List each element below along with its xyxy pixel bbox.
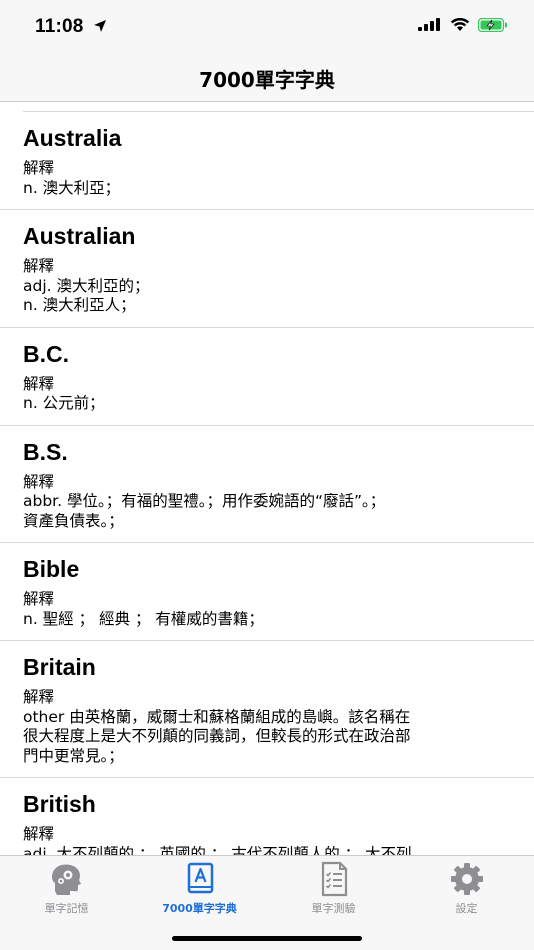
entry-definition-label: 解釋 <box>23 374 55 393</box>
navigation-bar: 7000單字字典 <box>0 56 534 102</box>
entry-definition-label: 解釋 <box>23 688 55 706</box>
battery-charging-icon <box>478 18 507 32</box>
tab-word-quiz[interactable]: 單字測驗 <box>267 861 400 916</box>
entry-word: Australia <box>23 125 122 151</box>
entry-definition-label: 解釋 <box>23 825 55 843</box>
entry-definition-text: n. 聖經 ； 經典 ； 有權威的書籍； <box>23 609 264 628</box>
entry-definition-label: 解釋 <box>23 159 55 177</box>
tab-settings[interactable]: 設定 <box>400 861 533 916</box>
head-gears-icon <box>51 864 81 895</box>
entry-definition-text: adj. 澳大利亞的； <box>23 276 150 295</box>
gear-icon <box>450 863 483 895</box>
home-indicator <box>172 936 362 941</box>
entry-definition-text: other 由英格蘭，威爾士和蘇格蘭組成的島嶼。該名稱在 <box>23 707 411 726</box>
entry-word: Britain <box>23 654 96 680</box>
list-item[interactable]: Britain 解釋 other 由英格蘭，威爾士和蘇格蘭組成的島嶼。該名稱在 很大程… <box>0 641 534 778</box>
dictionary-list[interactable]: Australia 解釋 n. 澳大利亞； Australian 解釋 adj. 澳大利亞… <box>0 103 534 855</box>
page-title: 7000單字字典 <box>199 68 335 92</box>
entry-definition-text: n. 公元前； <box>23 394 105 412</box>
entry-definition-text: 很大程度上是大不列顛的同義詞，但較長的形式在政治部 <box>23 727 411 745</box>
status-bar: 11:08 <box>0 0 534 56</box>
entry-word: B.S. <box>23 438 68 465</box>
cellular-signal-icon <box>418 18 440 31</box>
entry-definition-text: n. 澳大利亞人； <box>23 296 136 314</box>
location-arrow-icon <box>94 20 106 32</box>
entry-word: B.C. <box>23 340 69 367</box>
dictionary-book-icon <box>187 862 213 894</box>
wifi-icon <box>450 18 470 31</box>
tab-label: 單字記憶 <box>44 902 89 915</box>
list-item[interactable]: Bible 解釋 n. 聖經 ； 經典 ； 有權威的書籍； <box>0 543 534 641</box>
list-item[interactable]: B.S. 解釋 abbr. 學位。；有福的聖禮。；用作委婉語的“廢話”。； 資產負債表… <box>0 426 534 543</box>
checklist-icon <box>321 861 347 897</box>
tab-label: 單字測驗 <box>311 902 356 915</box>
list-item[interactable]: British 解釋 adj. 大不列顛的 ； 英國的 ； 古代不列顛人的 ； 大不… <box>0 778 534 855</box>
entry-definition-text: 資產負債表。； <box>23 511 124 530</box>
entry-word: Australian <box>23 223 136 249</box>
tab-label: 設定 <box>455 902 478 915</box>
tab-dictionary[interactable]: 7000單字字典 <box>133 861 266 916</box>
entry-definition-label: 解釋 <box>23 590 55 608</box>
entry-word: Bible <box>23 556 80 582</box>
list-item[interactable]: B.C. 解釋 n. 公元前； <box>0 328 534 426</box>
entry-definition-text: 門中更常見。； <box>23 746 124 765</box>
entry-word: British <box>23 791 96 817</box>
tab-word-memory[interactable]: 單字記憶 <box>0 861 133 916</box>
entry-definition-label: 解釋 <box>23 472 55 491</box>
list-item[interactable]: Australia 解釋 n. 澳大利亞； <box>0 112 534 210</box>
entry-definition-label: 解釋 <box>23 257 55 275</box>
entry-definition-text: adj. 大不列顛的 ； 英國的 ； 古代不列顛人的 ； 大不列 <box>23 844 412 856</box>
tab-label: 7000單字字典 <box>162 902 237 915</box>
entry-definition-text: abbr. 學位。；有福的聖禮。；用作委婉語的“廢話”。； <box>23 492 386 510</box>
entry-definition-text: n. 澳大利亞； <box>23 178 121 197</box>
status-time: 11:08 <box>35 16 84 37</box>
status-indicators <box>418 18 508 32</box>
list-item[interactable]: Australian 解釋 adj. 澳大利亞的； n. 澳大利亞人； <box>0 210 534 328</box>
